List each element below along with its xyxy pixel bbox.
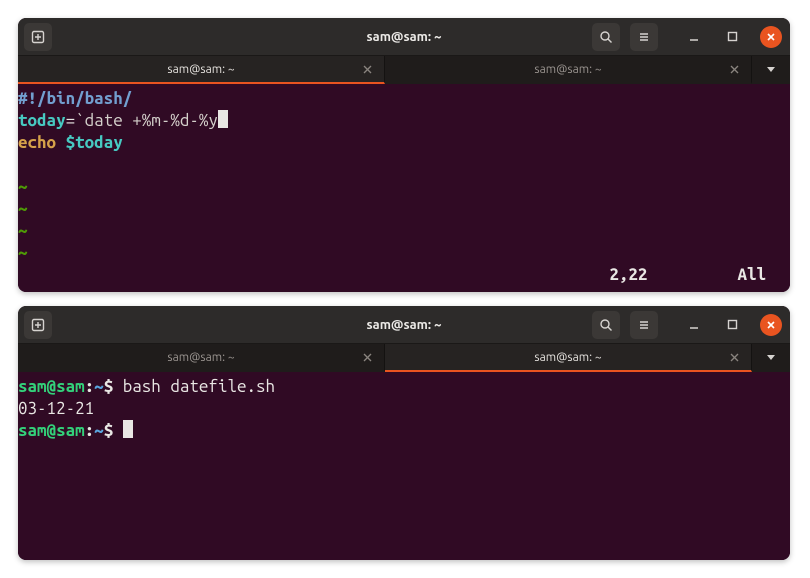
new-tab-button[interactable] (24, 311, 52, 339)
tab-2[interactable]: sam@sam: ~ (385, 56, 752, 84)
tab-label: sam@sam: ~ (167, 351, 234, 364)
tab-close-icon[interactable] (360, 350, 374, 364)
cursor (218, 110, 228, 128)
close-button[interactable] (760, 26, 782, 48)
shell-line-1: sam@sam:~$ bash datefile.sh (18, 376, 784, 398)
vim-tilde-line: ~ (18, 198, 784, 220)
close-button[interactable] (760, 314, 782, 336)
vim-cursor-pos: 2,22 (609, 264, 647, 286)
search-button[interactable] (592, 23, 620, 51)
vim-tilde-line: ~ (18, 242, 784, 264)
menu-button[interactable] (630, 23, 658, 51)
code-line-2: today=`date +%m-%d-%y (18, 110, 784, 132)
shell-line-3: sam@sam:~$ (18, 420, 784, 442)
tab-dropdown-button[interactable] (752, 56, 790, 84)
maximize-button[interactable] (718, 311, 746, 339)
tab-close-icon[interactable] (727, 350, 741, 364)
tab-label: sam@sam: ~ (534, 63, 601, 76)
tab-1[interactable]: sam@sam: ~ (18, 344, 385, 372)
titlebar: sam@sam: ~ (18, 18, 790, 56)
tab-label: sam@sam: ~ (534, 351, 601, 364)
tab-close-icon[interactable] (360, 62, 374, 76)
code-line-1: #!/bin/bash/ (18, 88, 784, 110)
cursor (123, 420, 133, 438)
tab-label: sam@sam: ~ (167, 63, 234, 76)
terminal-window-2: sam@sam: ~ (18, 306, 790, 560)
vim-status-row: 2,22 All (18, 264, 784, 286)
maximize-button[interactable] (718, 23, 746, 51)
titlebar: sam@sam: ~ (18, 306, 790, 344)
terminal-body[interactable]: sam@sam:~$ bash datefile.sh 03-12-21 sam… (18, 372, 790, 560)
blank-line (18, 154, 784, 176)
tabbar: sam@sam: ~ sam@sam: ~ (18, 344, 790, 372)
tab-1[interactable]: sam@sam: ~ (18, 56, 385, 84)
tab-close-icon[interactable] (727, 62, 741, 76)
vim-tilde-line: ~ (18, 220, 784, 242)
terminal-body[interactable]: #!/bin/bash/ today=`date +%m-%d-%y echo … (18, 84, 790, 292)
search-button[interactable] (592, 311, 620, 339)
terminal-window-1: sam@sam: ~ (18, 18, 790, 292)
vim-tilde-line: ~ (18, 176, 784, 198)
menu-button[interactable] (630, 311, 658, 339)
tab-2[interactable]: sam@sam: ~ (385, 344, 752, 372)
minimize-button[interactable] (680, 23, 708, 51)
new-tab-button[interactable] (24, 23, 52, 51)
shell-line-2: 03-12-21 (18, 398, 784, 420)
tabbar: sam@sam: ~ sam@sam: ~ (18, 56, 790, 84)
code-line-3: echo $today (18, 132, 784, 154)
minimize-button[interactable] (680, 311, 708, 339)
tab-dropdown-button[interactable] (752, 344, 790, 372)
vim-scroll-pos: All (737, 264, 766, 286)
